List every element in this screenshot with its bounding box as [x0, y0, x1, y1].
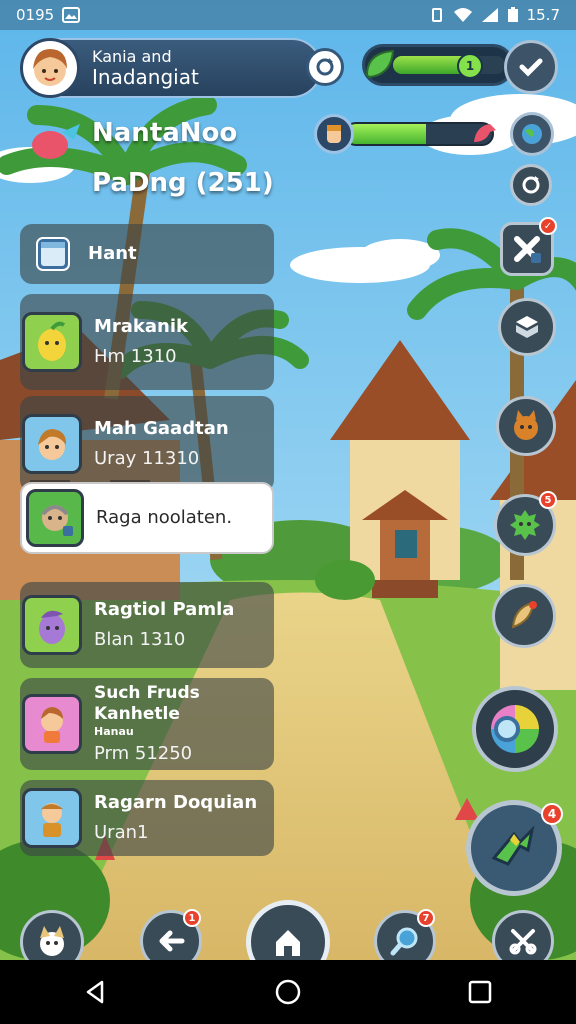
list-item[interactable]: Mah Gaadtan Uray 11310: [20, 396, 274, 492]
crossed-tools-icon: [514, 236, 541, 263]
quest-title: Ragtiol Pamla: [94, 598, 235, 620]
resource-progress-bar: 1: [362, 44, 514, 86]
back-notification-badge: 1: [183, 909, 201, 927]
purple-character-icon: [22, 595, 82, 655]
status-time: 0195: [16, 6, 55, 24]
image-icon: [62, 7, 81, 23]
system-navigation-bar: [0, 960, 576, 1024]
girl-character-icon: [22, 694, 82, 754]
nav-home-icon[interactable]: [274, 978, 302, 1006]
settings-button[interactable]: [510, 164, 552, 206]
green-creature-icon: [510, 510, 540, 540]
battery-icon: [507, 7, 518, 22]
search-notification-badge: 7: [417, 909, 435, 927]
refresh-gear-icon: [522, 176, 540, 194]
magnifier-icon: [491, 705, 539, 753]
search-map-button[interactable]: [472, 686, 558, 772]
boy-character-icon: [22, 414, 82, 474]
nav-back-icon[interactable]: [82, 978, 110, 1006]
experience-bar: [314, 114, 496, 154]
quest-title: Ragarn Doquian: [94, 791, 258, 813]
character-icon: [314, 114, 354, 154]
resource-progress-fill: [393, 56, 463, 74]
arrow-joystick-icon: [491, 825, 535, 866]
monster-notification-badge: 5: [539, 491, 557, 509]
resource-level-badge: 1: [457, 53, 483, 79]
quest-caption: Hanau: [94, 725, 134, 739]
joystick-button[interactable]: 4: [466, 800, 563, 896]
wifi-icon: [453, 8, 472, 22]
quest-detail: Uray 11310: [94, 448, 200, 469]
battery-percent: 15.7: [526, 6, 560, 24]
farmer-character-icon: [22, 788, 82, 848]
list-item[interactable]: Such Fruds Kanhetle Hanau Prm 51250: [20, 678, 274, 770]
inventory-button[interactable]: [498, 298, 556, 356]
dog-icon: [40, 926, 64, 956]
quest-title: Such Fruds Kanhetle: [94, 682, 200, 724]
search-icon: [390, 927, 418, 956]
scroll-icon: [511, 601, 537, 629]
world-map-button[interactable]: [510, 112, 554, 156]
elder-character-icon: [26, 489, 84, 547]
player-avatar[interactable]: [20, 38, 80, 98]
quest-detail: Uran1: [94, 822, 149, 843]
confirm-button[interactable]: [504, 40, 558, 94]
player-name-line2: Inadangiat: [92, 64, 199, 89]
player-name-line1: Kania and: [92, 47, 172, 67]
scissors-icon: [509, 929, 537, 955]
monster-button[interactable]: 5: [494, 491, 557, 556]
pets-button[interactable]: [496, 396, 556, 456]
quest-title: Mah Gaadtan: [94, 417, 229, 439]
quest-detail: Hm 1310: [94, 346, 177, 367]
checkmark-icon: [519, 58, 543, 77]
box-icon: [516, 316, 538, 338]
sync-icon: [316, 58, 334, 76]
status-bar: 0195 15.7: [0, 0, 576, 30]
lemon-character-icon: [22, 312, 82, 372]
quest-title: Hant: [88, 242, 137, 264]
list-item[interactable]: Ragtiol Pamla Blan 1310: [20, 582, 274, 668]
joystick-notification-badge: 4: [541, 803, 563, 825]
game-subtitle: PaDng (251): [92, 168, 274, 198]
rooster-icon: [474, 124, 496, 142]
quest-title: Raga noolaten.: [96, 506, 233, 528]
signal-icon: [481, 8, 498, 22]
girl-avatar-icon: [33, 49, 67, 86]
list-item[interactable]: Mrakanik Hm 1310: [20, 294, 274, 390]
nav-recents-icon[interactable]: [466, 978, 494, 1006]
game-title: NantaNoo: [92, 118, 238, 148]
calendar-icon: [30, 231, 76, 277]
list-item[interactable]: Hant: [20, 224, 274, 284]
fox-icon: [514, 410, 538, 440]
player-profile-card[interactable]: Kania and Inadangiat: [20, 38, 322, 98]
sync-button[interactable]: [306, 48, 344, 86]
tools-notification-icon: ✓: [539, 217, 557, 235]
quest-detail: Prm 51250: [94, 742, 193, 764]
quest-detail: Blan 1310: [94, 629, 186, 650]
list-item-selected[interactable]: Raga noolaten.: [20, 482, 274, 554]
arrow-left-icon: [159, 930, 185, 952]
vibrate-icon: [431, 8, 442, 22]
quest-title: Mrakanik: [94, 315, 189, 337]
house-icon: [276, 930, 300, 956]
quests-scroll-button[interactable]: [492, 584, 556, 648]
globe-icon: [522, 124, 542, 144]
tools-button[interactable]: ✓: [500, 217, 557, 276]
experience-fill: [346, 124, 427, 144]
list-item[interactable]: Ragarn Doquian Uran1: [20, 780, 274, 856]
